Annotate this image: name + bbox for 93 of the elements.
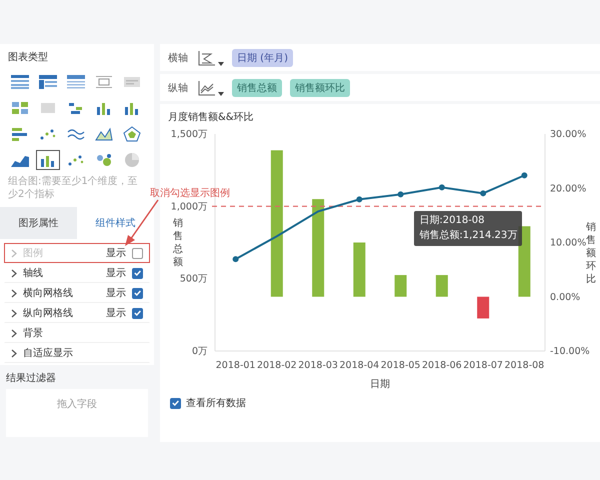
show-label: 显示 — [106, 307, 126, 320]
chart-type-icon — [10, 74, 30, 90]
property-row[interactable]: 自适应显示 — [4, 343, 150, 363]
y-tick-label: 30.00% — [550, 129, 586, 140]
chevron-icon — [11, 308, 17, 318]
chevron-icon — [11, 328, 17, 338]
chart-type-icon — [10, 100, 30, 116]
x-tick-label: 2018-01 — [216, 360, 256, 371]
chart-type-icon — [10, 126, 30, 142]
chart-type-option[interactable] — [36, 150, 60, 170]
chevron-icon — [11, 248, 17, 258]
x-tick-label: 2018-05 — [380, 360, 420, 371]
data-point — [232, 256, 239, 262]
x-tick-label: 2018-03 — [298, 360, 338, 371]
caret-icon — [218, 92, 224, 96]
x-tick-label: 2018-02 — [257, 360, 297, 371]
y-tick-label: 10.00% — [550, 238, 586, 248]
x-tick-label: 2018-06 — [422, 360, 462, 371]
show-label: 显示 — [106, 287, 126, 300]
axis-label: 横轴 — [168, 52, 189, 64]
field-tag[interactable]: 销售额环比 — [290, 78, 350, 96]
drop-placeholder: 拖入字段 — [57, 398, 97, 412]
y-tick-label: -10.00% — [550, 346, 590, 357]
chart-type-icon — [94, 126, 114, 142]
chart-type-icon — [38, 100, 58, 116]
tooltip-text: 日期:2018-08 — [419, 214, 486, 228]
axis-type-dropdown[interactable] — [198, 50, 224, 66]
show-label: 显示 — [106, 247, 126, 260]
property-row[interactable]: 纵向网格线 显示 — [4, 303, 150, 323]
chart-type-option[interactable] — [36, 72, 60, 92]
chart-type-icon — [122, 126, 142, 142]
field-tag[interactable]: 日期 (年月) — [232, 48, 293, 66]
chevron-icon — [11, 268, 17, 278]
property-row[interactable]: 背景 — [4, 323, 150, 343]
bar — [436, 275, 448, 297]
chart-type-icon — [122, 152, 142, 168]
tab[interactable]: 图形属性 — [0, 207, 77, 239]
checkbox-label: 查看所有数据 — [186, 396, 246, 410]
checkbox[interactable] — [132, 308, 143, 318]
checkbox[interactable] — [170, 398, 181, 408]
chart-type-icon — [66, 74, 86, 90]
data-point — [356, 196, 362, 202]
property-row[interactable]: 轴线 显示 — [4, 263, 150, 283]
hint-text: 组合图:需要至少1个维度，至少2个指标 — [8, 175, 139, 201]
bar — [394, 275, 407, 297]
axis-label: 纵轴 — [168, 82, 189, 94]
zigzag-chart-icon — [198, 50, 216, 66]
chevron-icon — [11, 288, 17, 298]
bar — [353, 242, 366, 297]
y-tick-label: 500万 — [180, 274, 208, 285]
show-label: 显示 — [106, 267, 126, 280]
caret-icon — [218, 62, 224, 66]
x-tick-label: 2018-04 — [340, 360, 380, 371]
y-tick-label: 20.00% — [550, 183, 586, 194]
property-label: 自适应显示 — [23, 346, 74, 360]
checkbox[interactable] — [132, 268, 143, 278]
property-label: 图例 — [23, 247, 44, 260]
y-tick-label: 0.00% — [550, 292, 580, 303]
y-axis-title: 销售总额 — [173, 218, 183, 268]
tab[interactable]: 组件样式 — [77, 207, 154, 239]
data-point — [438, 184, 445, 190]
chart-type-icon — [122, 74, 142, 90]
axis-type-dropdown[interactable] — [198, 80, 224, 96]
data-point — [398, 191, 404, 198]
chart-title: 月度销售额&&环比 — [167, 110, 255, 124]
property-label: 横向网格线 — [23, 286, 74, 300]
y-tick-label: 1,000万 — [170, 201, 208, 212]
chart-type-icon — [94, 152, 114, 168]
data-point — [521, 172, 528, 178]
section-title: 图表类型 — [8, 50, 49, 64]
tooltip-text: 销售总额:1,214.23万 — [419, 228, 518, 243]
x-axis-title: 日期 — [370, 379, 390, 390]
chart-type-icon — [38, 74, 58, 90]
x-tick-label: 2018-07 — [463, 360, 503, 371]
chart-type-option[interactable] — [8, 72, 32, 92]
field-tag[interactable]: 销售总额 — [232, 78, 282, 96]
line-chart-icon — [198, 80, 216, 96]
property-label: 纵向网格线 — [23, 306, 74, 320]
x-tick-label: 2018-08 — [504, 360, 544, 371]
property-label: 背景 — [23, 326, 44, 340]
bar — [477, 296, 490, 318]
y-tick-label: 0万 — [192, 346, 208, 357]
annotation-text: 取消勾选显示图例 — [150, 186, 230, 200]
property-label: 轴线 — [23, 266, 44, 280]
y-tick-label: 1,500万 — [170, 129, 208, 140]
chart-type-icon — [94, 74, 114, 90]
data-point — [480, 190, 486, 196]
y-axis-title: 销售额环比 — [586, 222, 596, 285]
chevron-icon — [11, 348, 17, 358]
property-row[interactable]: 横向网格线 显示 — [4, 283, 150, 303]
checkbox[interactable] — [132, 288, 143, 298]
section-title: 结果过滤器 — [5, 372, 57, 386]
bar — [518, 226, 530, 297]
